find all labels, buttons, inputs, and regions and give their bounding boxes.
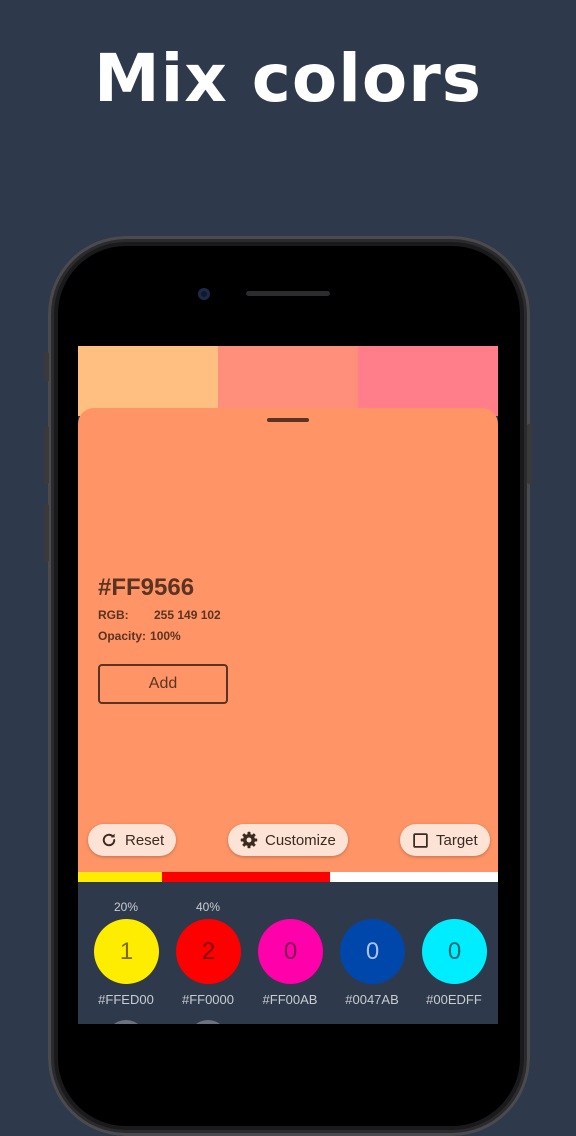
checkbox-icon bbox=[413, 832, 428, 848]
opacity-row: Opacity: 100% bbox=[98, 629, 181, 643]
color-hex-label: #FF0000 bbox=[181, 992, 235, 1007]
earpiece-speaker bbox=[246, 291, 330, 296]
gear-icon bbox=[240, 831, 258, 849]
drag-handle[interactable] bbox=[267, 418, 309, 422]
mix-ratio-segment bbox=[78, 872, 162, 882]
mix-ratio-bar bbox=[78, 872, 498, 882]
mix-percent: 20% bbox=[113, 900, 139, 914]
color-hex-label: #FF00AB bbox=[262, 992, 318, 1007]
headline: Mix colors bbox=[93, 40, 483, 117]
color-drop-button[interactable]: 0 bbox=[340, 919, 405, 984]
target-label: Target bbox=[436, 831, 478, 849]
app-screen: #FF9566 RGB: 255 149 102 Opacity: 100% Add… bbox=[78, 346, 498, 1024]
rgb-value: 255 149 102 bbox=[154, 608, 221, 622]
rgb-row: RGB: 255 149 102 bbox=[98, 608, 221, 622]
reset-button[interactable]: Reset bbox=[88, 824, 177, 856]
front-camera bbox=[198, 288, 210, 300]
customize-label: Customize bbox=[265, 831, 336, 849]
saved-swatch-row bbox=[78, 346, 498, 416]
saved-swatch[interactable] bbox=[78, 346, 218, 416]
opacity-value: 100% bbox=[150, 629, 181, 643]
mixed-color-sheet: #FF9566 RGB: 255 149 102 Opacity: 100% Add… bbox=[78, 408, 498, 882]
color-palette: 20% 1 #FFED00 40% 2 #FF0000 0 #FF00AB 0 #0047AB 0 #… bbox=[78, 882, 498, 1024]
color-drop-button[interactable]: 0 bbox=[422, 919, 487, 984]
color-drop-button[interactable]: 0 bbox=[258, 919, 323, 984]
mix-percent: 40% bbox=[195, 900, 221, 914]
color-drop-button[interactable]: 2 bbox=[176, 919, 241, 984]
mix-ratio-segment bbox=[162, 872, 330, 882]
volume-up-button bbox=[44, 426, 49, 484]
opacity-label: Opacity: bbox=[98, 629, 147, 643]
volume-down-button bbox=[44, 504, 49, 562]
add-button[interactable]: Add bbox=[98, 664, 228, 704]
saved-swatch[interactable] bbox=[358, 346, 498, 416]
reset-label: Reset bbox=[125, 831, 165, 849]
customize-button[interactable]: Customize bbox=[228, 824, 348, 856]
power-button bbox=[527, 424, 532, 484]
rgb-label: RGB: bbox=[98, 608, 129, 622]
mute-switch bbox=[44, 352, 49, 382]
refresh-icon bbox=[102, 833, 116, 847]
color-hex-label: #FFED00 bbox=[98, 992, 154, 1007]
palette-color-partial[interactable] bbox=[106, 1020, 146, 1024]
mix-ratio-segment bbox=[330, 872, 498, 882]
target-toggle[interactable]: Target bbox=[400, 824, 490, 856]
saved-swatch[interactable] bbox=[218, 346, 358, 416]
color-hex-label: #0047AB bbox=[345, 992, 399, 1007]
color-hex-label: #00EDFF bbox=[426, 992, 482, 1007]
mixed-hex-value: #FF9566 bbox=[98, 574, 195, 601]
color-drop-button[interactable]: 1 bbox=[94, 919, 159, 984]
palette-color-partial[interactable] bbox=[188, 1020, 228, 1024]
